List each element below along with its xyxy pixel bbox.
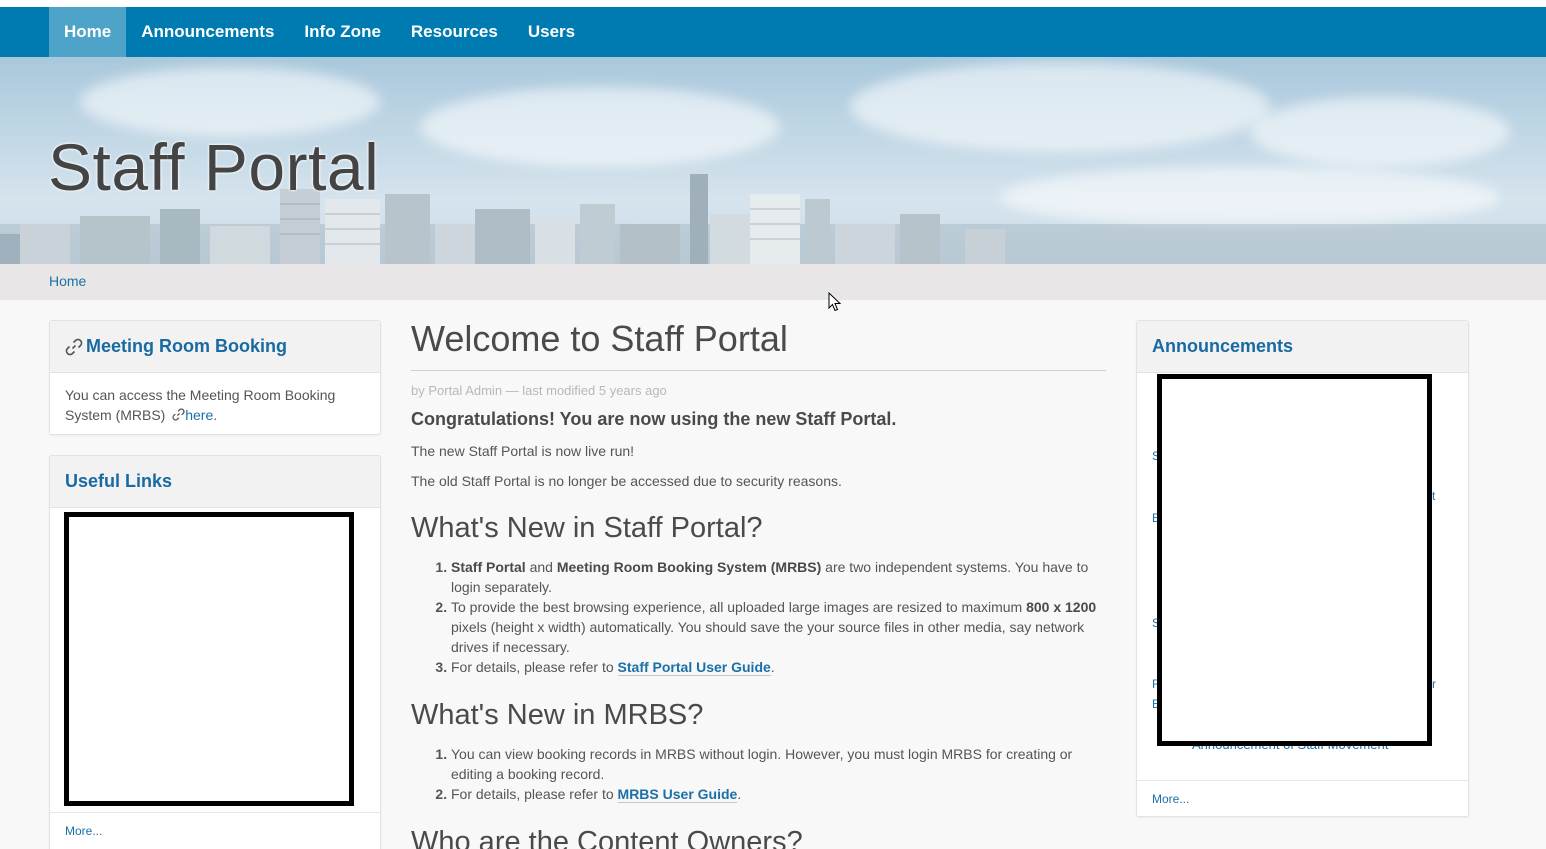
portlet-header: Announcements (1137, 321, 1468, 373)
mrbs-new-list: You can view booking records in MRBS wit… (411, 744, 1106, 804)
cloud (850, 62, 1270, 152)
meeting-room-booking-portlet: Meeting Room Booking You can access the … (49, 320, 381, 435)
paragraph: The old Staff Portal is no longer be acc… (411, 473, 842, 489)
nav-items: Home Announcements Info Zone Resources U… (49, 7, 590, 57)
banner: Staff Portal (0, 57, 1546, 264)
useful-links-more-link[interactable]: More... (50, 812, 380, 848)
section-heading-whats-new-portal: What's New in Staff Portal? (411, 512, 763, 544)
list-item: Staff Portal and Meeting Room Booking Sy… (451, 557, 1106, 597)
main-navigation: Home Announcements Info Zone Resources U… (0, 7, 1546, 57)
text: For details, please refer to (451, 786, 618, 802)
cloud (80, 67, 380, 137)
bold-text: Staff Portal (451, 559, 526, 575)
page-title: Welcome to Staff Portal (411, 318, 1106, 371)
list-item: To provide the best browsing experience,… (451, 597, 1106, 657)
section-heading-whats-new-mrbs: What's New in MRBS? (411, 699, 704, 731)
text: To provide the best browsing experience,… (451, 599, 1027, 615)
main-content: Welcome to Staff Portal by Portal Admin … (411, 318, 1106, 849)
link-icon (65, 338, 83, 355)
mouse-cursor-icon (828, 292, 842, 312)
mrbs-user-guide-link[interactable]: MRBS User Guide (617, 786, 738, 803)
lead-text: Congratulations! You are now using the n… (411, 409, 897, 429)
top-strip (0, 0, 1546, 7)
redacted-block (1157, 374, 1432, 746)
portal-new-list: Staff Portal and Meeting Room Booking Sy… (411, 557, 1106, 677)
portlet-header: Useful Links (50, 456, 380, 508)
announcements-portlet: Announcements S E S F E t r Announcement… (1136, 320, 1469, 817)
meeting-room-booking-link[interactable]: Meeting Room Booking (86, 336, 287, 357)
text: . (770, 659, 775, 675)
period: . (213, 407, 218, 423)
useful-links-title[interactable]: Useful Links (65, 471, 172, 492)
announcements-title[interactable]: Announcements (1152, 336, 1293, 357)
list-item: For details, please refer to MRBS User G… (451, 784, 1106, 804)
partial-announcement-item: t (1432, 489, 1436, 503)
nav-announcements[interactable]: Announcements (126, 7, 289, 57)
announcements-more-link[interactable]: More... (1137, 780, 1468, 816)
bold-text: Meeting Room Booking System (MRBS) (556, 559, 822, 575)
list-item: For details, please refer to Staff Porta… (451, 657, 1106, 677)
text: . (737, 786, 742, 802)
partial-announcement-item: r (1432, 677, 1436, 691)
nav-info-zone[interactable]: Info Zone (289, 7, 395, 57)
nav-home[interactable]: Home (49, 7, 127, 57)
portlet-header: Meeting Room Booking (50, 321, 380, 373)
link-icon (172, 408, 185, 421)
staff-portal-user-guide-link[interactable]: Staff Portal User Guide (617, 659, 771, 676)
redacted-block (64, 512, 354, 806)
useful-links-portlet: Useful Links More... (49, 455, 381, 849)
nav-users[interactable]: Users (513, 7, 590, 57)
document-byline: by Portal Admin — last modified 5 years … (411, 383, 667, 398)
portlet-body: You can access the Meeting Room Booking … (50, 373, 380, 437)
list-item: You can view booking records in MRBS wit… (451, 744, 1106, 784)
paragraph: The new Staff Portal is now live run! (411, 443, 635, 459)
section-heading-content-owners: Who are the Content Owners? (411, 826, 803, 849)
nav-resources[interactable]: Resources (396, 7, 513, 57)
breadcrumb-home-link[interactable]: Home (49, 273, 86, 289)
site-title: Staff Portal (48, 130, 380, 204)
mrbs-here-link[interactable]: here (185, 407, 213, 423)
text: pixels (height x width) automatically. Y… (451, 619, 1085, 655)
text: and (525, 559, 557, 575)
text: For details, please refer to (451, 659, 618, 675)
bold-text: 800 x 1200 (1026, 599, 1097, 615)
breadcrumb: Home (0, 264, 1546, 300)
